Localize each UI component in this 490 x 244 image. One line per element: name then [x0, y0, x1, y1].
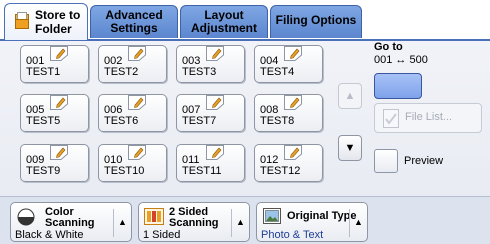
edit-icon [284, 46, 302, 61]
two-sided-icon [144, 208, 164, 225]
file-list-label: File List... [405, 111, 453, 123]
feature-bar: Color Scanning Black & White ▲ 2 Sided S… [0, 196, 490, 244]
folder-name: TEST2 [104, 66, 139, 78]
folder-name: TEST10 [104, 165, 145, 177]
folder-button-012[interactable]: 012 TEST12 [254, 144, 323, 182]
folder-name: TEST8 [260, 115, 295, 127]
file-list-button[interactable]: File List... [374, 103, 482, 133]
feature-separator [231, 209, 232, 237]
folder-name: TEST3 [182, 66, 217, 78]
edit-icon [50, 46, 68, 61]
photo-icon [263, 208, 281, 224]
folder-button-001[interactable]: 001 TEST1 [20, 45, 89, 83]
folder-button-011[interactable]: 011 TEST11 [176, 144, 245, 182]
preview-checkbox[interactable] [374, 149, 398, 173]
folder-button-006[interactable]: 006 TEST6 [98, 94, 167, 132]
edit-icon [284, 95, 302, 110]
folder-button-002[interactable]: 002 TEST2 [98, 45, 167, 83]
color-circle-icon [17, 208, 35, 226]
two-sided-scanning-button[interactable]: 2 Sided Scanning 1 Sided ▲ [138, 202, 250, 242]
tab-advanced-settings[interactable]: Advanced Settings [90, 5, 178, 38]
edit-icon [206, 95, 224, 110]
folder-name: TEST5 [26, 115, 61, 127]
folder-name: TEST1 [26, 66, 61, 78]
folder-name: TEST4 [260, 66, 295, 78]
feature-title-line2: Scanning [169, 217, 219, 229]
scroll-up-button[interactable]: ▲ [338, 83, 362, 109]
tab-label-line1: Store to [35, 8, 81, 22]
folder-name: TEST7 [182, 115, 217, 127]
edit-icon [50, 95, 68, 110]
folder-button-005[interactable]: 005 TEST5 [20, 94, 89, 132]
feature-value: Black & White [15, 229, 84, 241]
folder-button-007[interactable]: 007 TEST7 [176, 94, 245, 132]
folder-name: TEST9 [26, 165, 61, 177]
scroll-down-button[interactable]: ▼ [338, 135, 362, 161]
tab-store-to-folder[interactable]: Store to Folder [4, 3, 88, 40]
feature-value: Photo & Text [261, 229, 324, 241]
edit-icon [128, 145, 146, 160]
edit-icon [206, 46, 224, 61]
preview-label: Preview [404, 155, 444, 167]
folder-name: TEST12 [260, 165, 301, 177]
feature-value: 1 Sided [143, 229, 181, 241]
edit-icon [128, 46, 146, 61]
goto-range: 001 ↔ 500 [374, 54, 428, 66]
triangle-up-icon: ▲ [344, 90, 356, 102]
tab-label-line2: Settings [110, 21, 158, 35]
goto-input[interactable] [374, 73, 422, 99]
folder-button-003[interactable]: 003 TEST3 [176, 45, 245, 83]
tab-label: Filing Options [275, 13, 357, 27]
triangle-down-icon: ▼ [344, 142, 356, 154]
edit-icon [128, 95, 146, 110]
file-list-icon [383, 109, 399, 128]
tab-bar: Store to Folder Advanced Settings Layout… [0, 0, 490, 42]
folder-button-010[interactable]: 010 TEST10 [98, 144, 167, 182]
triangle-up-icon: ▲ [236, 217, 245, 227]
edit-icon [50, 145, 68, 160]
goto-label: Go to [374, 41, 403, 53]
tab-layout-adjustment[interactable]: Layout Adjustment [180, 5, 268, 38]
feature-title-line2: Scanning [45, 217, 95, 229]
feature-separator [113, 209, 114, 237]
folder-name: TEST11 [182, 165, 222, 177]
feature-separator [349, 209, 350, 237]
folder-button-009[interactable]: 009 TEST9 [20, 144, 89, 182]
triangle-up-icon: ▲ [118, 217, 127, 227]
edit-icon [206, 145, 224, 160]
folder-name: TEST6 [104, 115, 139, 127]
edit-icon [284, 145, 302, 160]
feature-title: Original Type [287, 210, 357, 222]
color-scanning-button[interactable]: Color Scanning Black & White ▲ [10, 202, 132, 242]
folder-icon [15, 12, 29, 29]
folder-button-008[interactable]: 008 TEST8 [254, 94, 323, 132]
tab-filing-options[interactable]: Filing Options [270, 5, 362, 38]
original-type-button[interactable]: Original Type Photo & Text ▲ [256, 202, 368, 242]
triangle-up-icon: ▲ [354, 217, 363, 227]
folder-button-004[interactable]: 004 TEST4 [254, 45, 323, 83]
tab-label-line2: Folder [35, 22, 72, 36]
tab-label-line2: Adjustment [191, 21, 257, 35]
